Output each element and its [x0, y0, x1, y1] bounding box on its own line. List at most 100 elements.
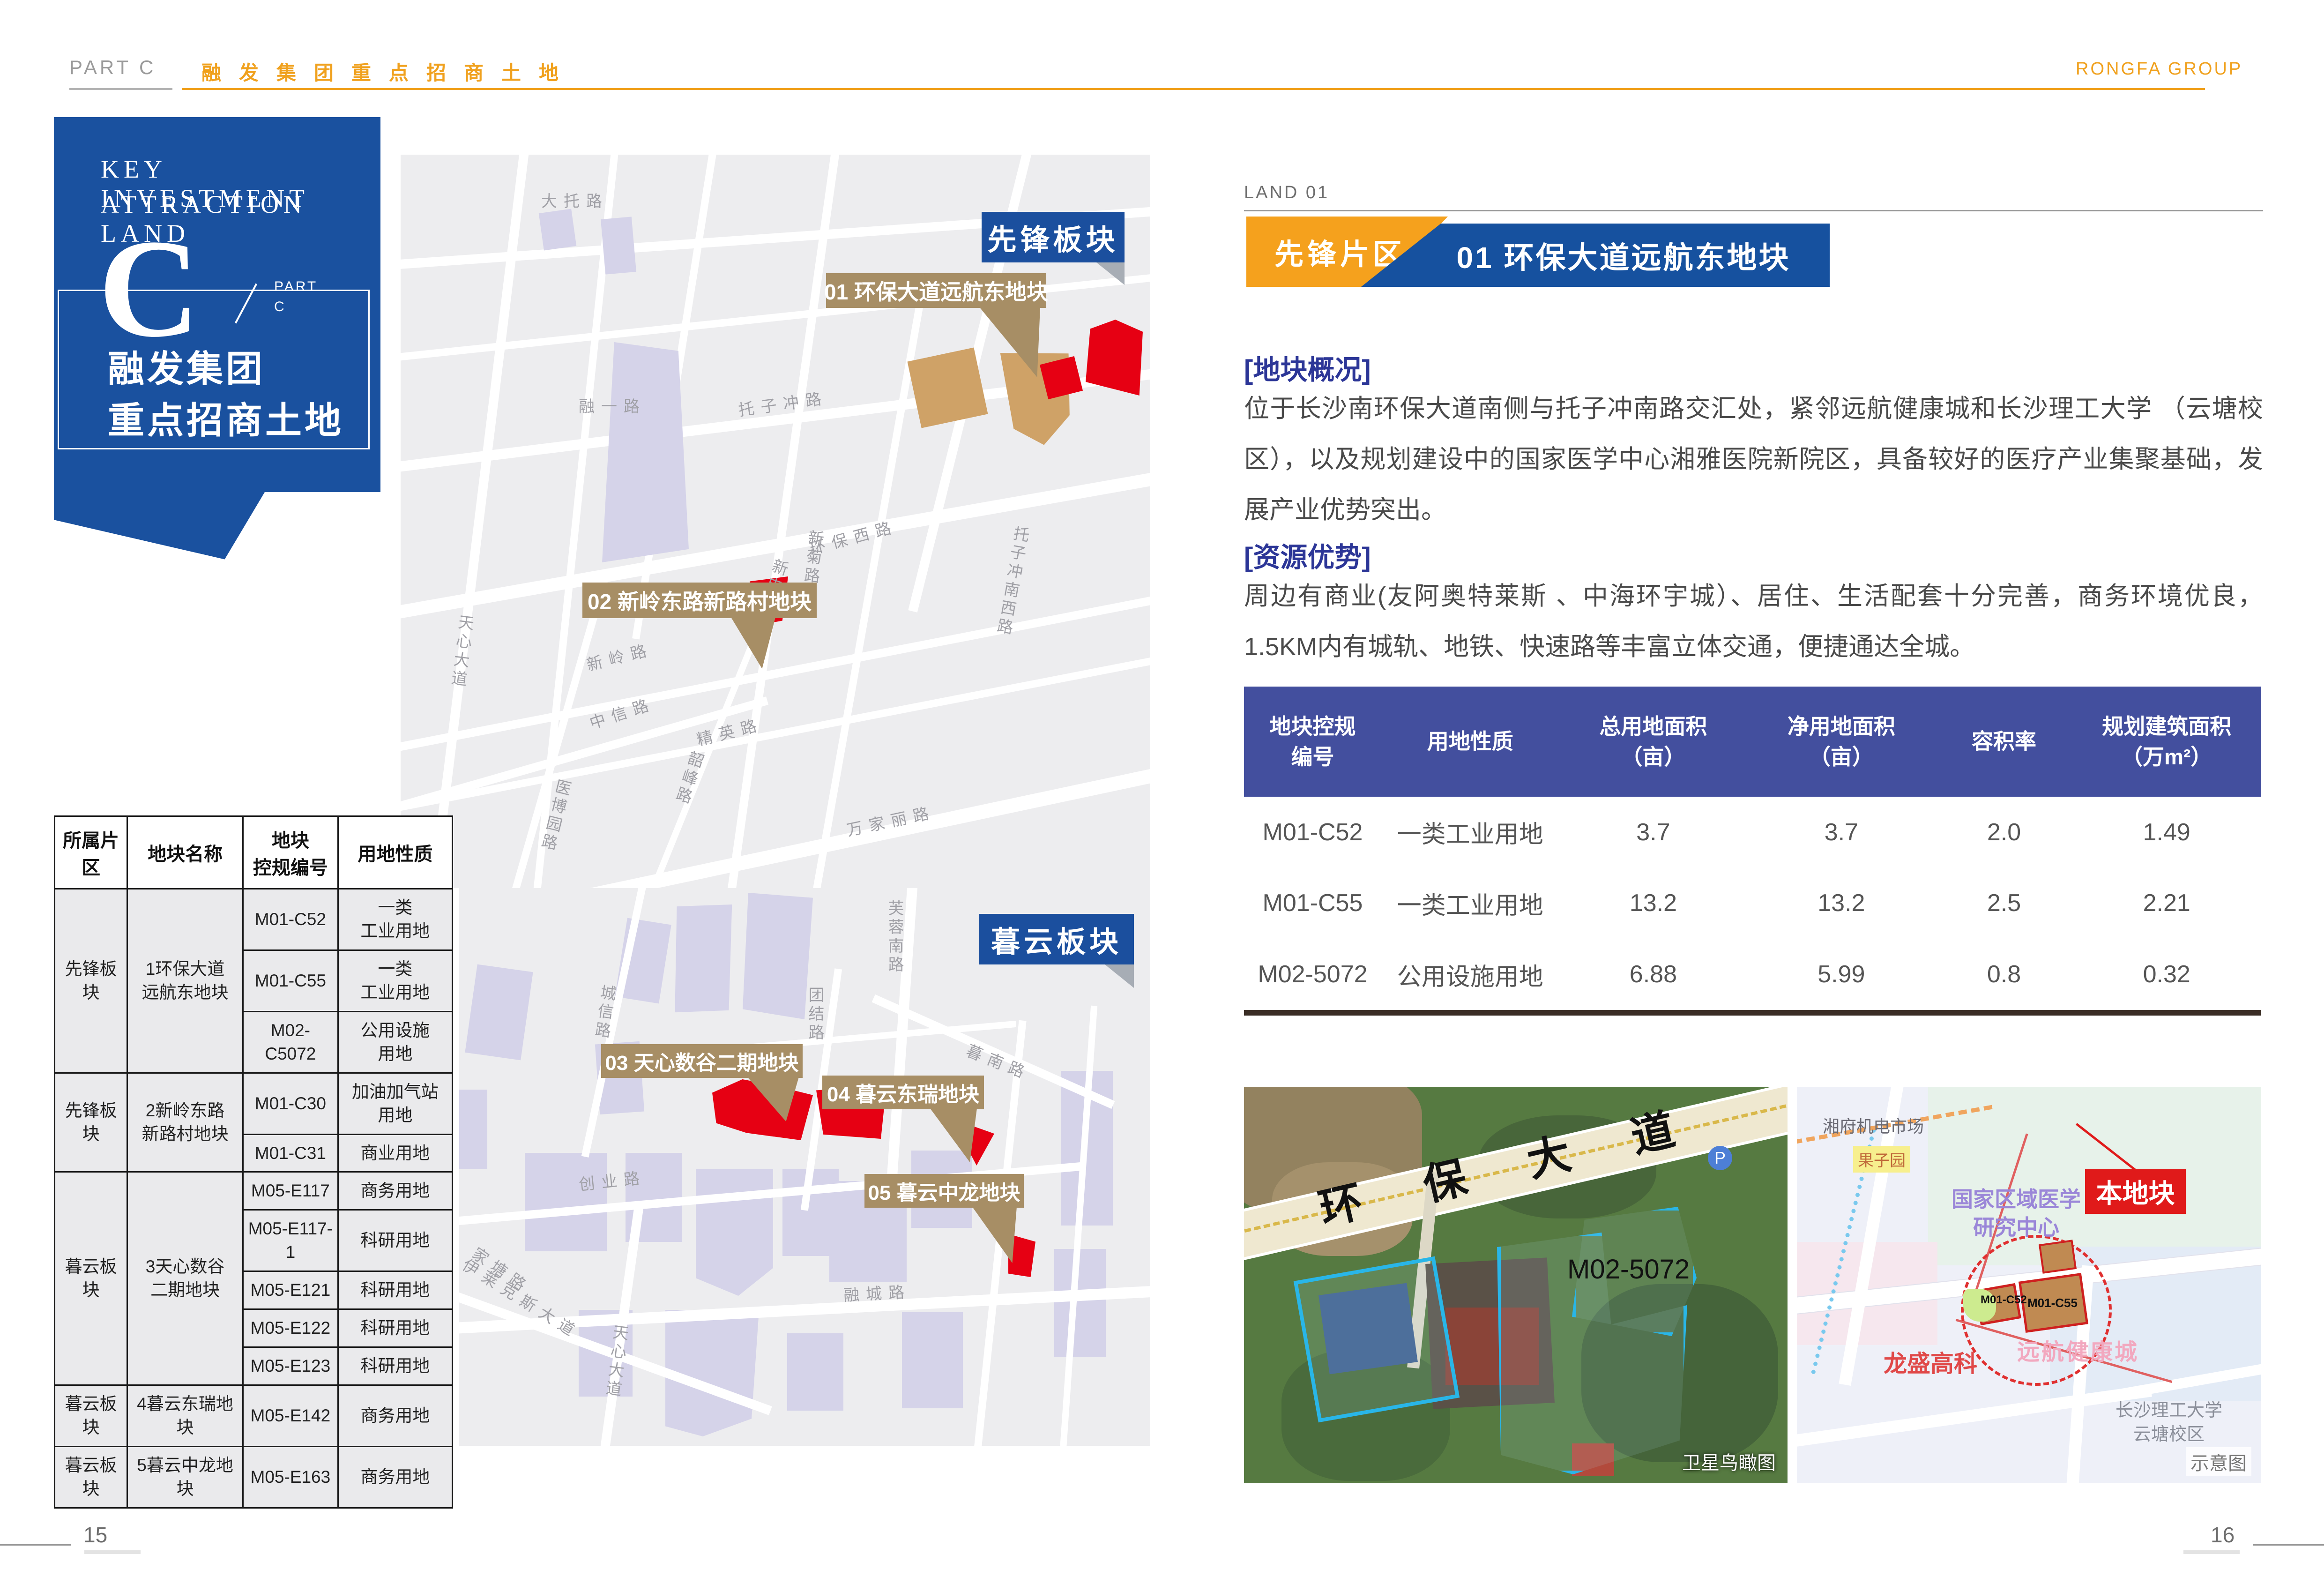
district-cell: 暮云板块 — [55, 1172, 127, 1385]
road-label: 融城路 — [843, 1279, 911, 1305]
col-header: 用地性质 — [338, 816, 452, 889]
region-tag-fold — [1096, 262, 1125, 285]
parcel-table-cell: 0.32 — [2073, 939, 2261, 1010]
parcel-table-cell: 13.2 — [1559, 868, 1747, 939]
land-name-cell: 2新岭东路 新路村地块 — [127, 1073, 243, 1172]
schematic-label-medical: 国家区域医学 研究中心 — [1952, 1186, 2081, 1242]
region-tag-fold — [1105, 964, 1134, 988]
land-index-table: 所属片区 地块名称 地块 控规编号 用地性质 先锋板块1环保大道 远航东地块M0… — [54, 815, 453, 1509]
header-title: 融发集团重点招商土地 — [201, 57, 576, 86]
map-xianfeng: 大托路 融一路 托子冲路 环保西路 托子冲南西路 中信路 天心大道 新岭路 精英… — [401, 155, 1150, 888]
col-header: 地块名称 — [127, 816, 243, 889]
table-bottom-rule — [1244, 1010, 2261, 1016]
header-part-label: PART C — [69, 56, 156, 79]
use-cell: 科研用地 — [338, 1210, 452, 1271]
land-name-cell: 3天心数谷 二期地块 — [127, 1172, 243, 1385]
parcel-table-cell: M01-C55 — [1244, 868, 1381, 939]
use-cell: 科研用地 — [338, 1271, 452, 1309]
code-cell: M01-C31 — [243, 1134, 338, 1172]
road-label: 融一路 — [579, 394, 646, 417]
parcel-table-cell: 1.49 — [2073, 797, 2261, 868]
code-cell: M05-E117-1 — [243, 1210, 338, 1271]
page-number-right: 16 — [2211, 1522, 2235, 1547]
road-label: 新岭路 — [584, 636, 655, 675]
parcel-table-header: 规划建筑面积 （万m²） — [2073, 687, 2261, 797]
parcel-table-row: M01-C55一类工业用地13.213.22.52.21 — [1244, 868, 2261, 939]
land-number-tag: LAND 01 — [1244, 183, 1329, 203]
banner-tail — [54, 492, 265, 561]
overview-paragraph: 位于长沙南环保大道南侧与托子冲南路交汇处，紧邻远航健康城和长沙理工大学 （云塘校… — [1244, 383, 2263, 535]
region-tag-xianfeng: 先锋板块 — [982, 212, 1125, 262]
land-rule — [1244, 210, 2263, 211]
use-cell: 商务用地 — [338, 1446, 452, 1508]
road-label: 芙蓉南路 — [883, 900, 906, 975]
code-cell: M05-E117 — [243, 1172, 338, 1210]
land-name-cell: 1环保大道 远航东地块 — [127, 889, 243, 1073]
col-header: 地块 控规编号 — [243, 816, 338, 889]
parcel-table-row: M01-C52一类工业用地3.73.72.01.49 — [1244, 797, 2261, 868]
banner-title-cn-2: 重点招商土地 — [108, 391, 344, 444]
schematic-image: 湘府机电市场 果子园 国家区域医学 研究中心 龙盛高科 远航健康城 长沙理工大学… — [1797, 1087, 2261, 1483]
use-cell: 一类 工业用地 — [338, 889, 452, 950]
header-brand: RONGFA GROUP — [2076, 59, 2242, 79]
parcel-table-cell: 公用设施用地 — [1381, 939, 1559, 1010]
table-row: 暮云板块3天心数谷 二期地块M05-E117商务用地 — [55, 1172, 453, 1210]
this-parcel-tag: 本地块 — [2085, 1169, 2186, 1214]
use-cell: 科研用地 — [338, 1347, 452, 1385]
code-cell: M01-C30 — [243, 1073, 338, 1134]
schematic-label-health: 远航健康城 — [2017, 1333, 2139, 1366]
satellite-caption: 卫星鸟瞰图 — [1682, 1448, 1776, 1475]
parcel-table-header: 地块控规 编号 — [1244, 687, 1381, 797]
parcel-tag-05: 05 暮云中龙地块 — [864, 1174, 1024, 1208]
road-label: 大托路 — [541, 188, 609, 211]
parcel-table-cell: 6.88 — [1559, 939, 1747, 1010]
land-title-text: 01 环保大道远航东地块 — [1457, 234, 1791, 277]
chapter-banner: KEY INVESTMENT ATTRACTION LAND C PART C … — [54, 117, 380, 492]
use-cell: 商务用地 — [338, 1172, 452, 1210]
parcel-table-header: 容积率 — [1936, 687, 2073, 797]
table-row: 先锋板块2新岭东路 新路村地块M01-C30加油加气站 用地 — [55, 1073, 453, 1134]
parcel-tag-01: 01 环保大道远航东地块 — [826, 273, 1046, 308]
banner-letter-c: C — [98, 218, 200, 359]
table-row: 先锋板块1环保大道 远航东地块M01-C52一类 工业用地 — [55, 889, 453, 950]
schematic-label-market: 湘府机电市场 — [1823, 1113, 1924, 1137]
code-cell: M01-C55 — [243, 950, 338, 1011]
parcel-table-header: 总用地面积 （亩） — [1559, 687, 1747, 797]
use-cell: 商业用地 — [338, 1134, 452, 1172]
parcel-table-cell: 2.0 — [1936, 797, 2073, 868]
cyan-parcel-outline — [1294, 1256, 1460, 1422]
parcel-data-table: 地块控规 编号用地性质总用地面积 （亩）净用地面积 （亩）容积率规划建筑面积 （… — [1244, 687, 2261, 1015]
parcel-table-cell: 13.2 — [1747, 868, 1935, 939]
district-cell: 先锋板块 — [55, 1073, 127, 1172]
parcel-table-cell: 一类工业用地 — [1381, 868, 1559, 939]
header-rule-gray — [69, 88, 172, 90]
district-cell: 暮云板块 — [55, 1446, 127, 1508]
parcel-tag-04: 04 暮云东瑞地块 — [822, 1076, 984, 1109]
code-cell: M05-E163 — [243, 1446, 338, 1508]
code-cell: M05-E123 — [243, 1347, 338, 1385]
parcel-table-cell: 3.7 — [1559, 797, 1747, 868]
overview-heading: [地块概况] — [1244, 348, 1371, 387]
parcel-table-header: 净用地面积 （亩） — [1747, 687, 1935, 797]
parcel-table-cell: 3.7 — [1747, 797, 1935, 868]
parcel-table-cell: 0.8 — [1936, 939, 2073, 1010]
schematic-caption: 示意图 — [2186, 1447, 2251, 1476]
parcel-tag-02: 02 新岭东路新路村地块 — [582, 583, 817, 618]
table-row: 暮云板块5暮云中龙地块M05-E163商务用地 — [55, 1446, 453, 1508]
page-number-left: 15 — [83, 1522, 107, 1547]
satellite-image: 环 保 大 道 M02-5072 P 卫星鸟瞰图 — [1244, 1087, 1788, 1483]
region-tag-muyun: 暮云板块 — [979, 914, 1134, 964]
land-title-banner: 01 环保大道远航东地块 — [1361, 224, 1830, 287]
parcel-table-row: M02-5072公用设施用地6.885.990.80.32 — [1244, 939, 2261, 1010]
table-row: 暮云板块4暮云东瑞地块M05-E142商务用地 — [55, 1385, 453, 1447]
road-label: 团结路 — [804, 987, 827, 1043]
parking-icon: P — [1708, 1146, 1732, 1170]
parcel-table-header: 用地性质 — [1381, 687, 1559, 797]
satellite-parcel-label: M02-5072 — [1567, 1254, 1690, 1285]
parcel-table-cell: 5.99 — [1747, 939, 1935, 1010]
map-muyun: 芙蓉南路 团结路 城信路 暮南路 创业路 融城路 伊莱克斯大道 天心大道 家塘路 — [459, 888, 1150, 1446]
resource-heading: [资源优势] — [1244, 535, 1371, 575]
schematic-label-univ: 长沙理工大学 云塘校区 — [2115, 1399, 2222, 1447]
schematic-parcel-a-label: M01-C52 — [1981, 1293, 2027, 1307]
resource-paragraph: 周边有商业(友阿奥特莱斯 、中海环宇城）、居住、生活配套十分完善，商务环境优良，… — [1244, 571, 2263, 672]
